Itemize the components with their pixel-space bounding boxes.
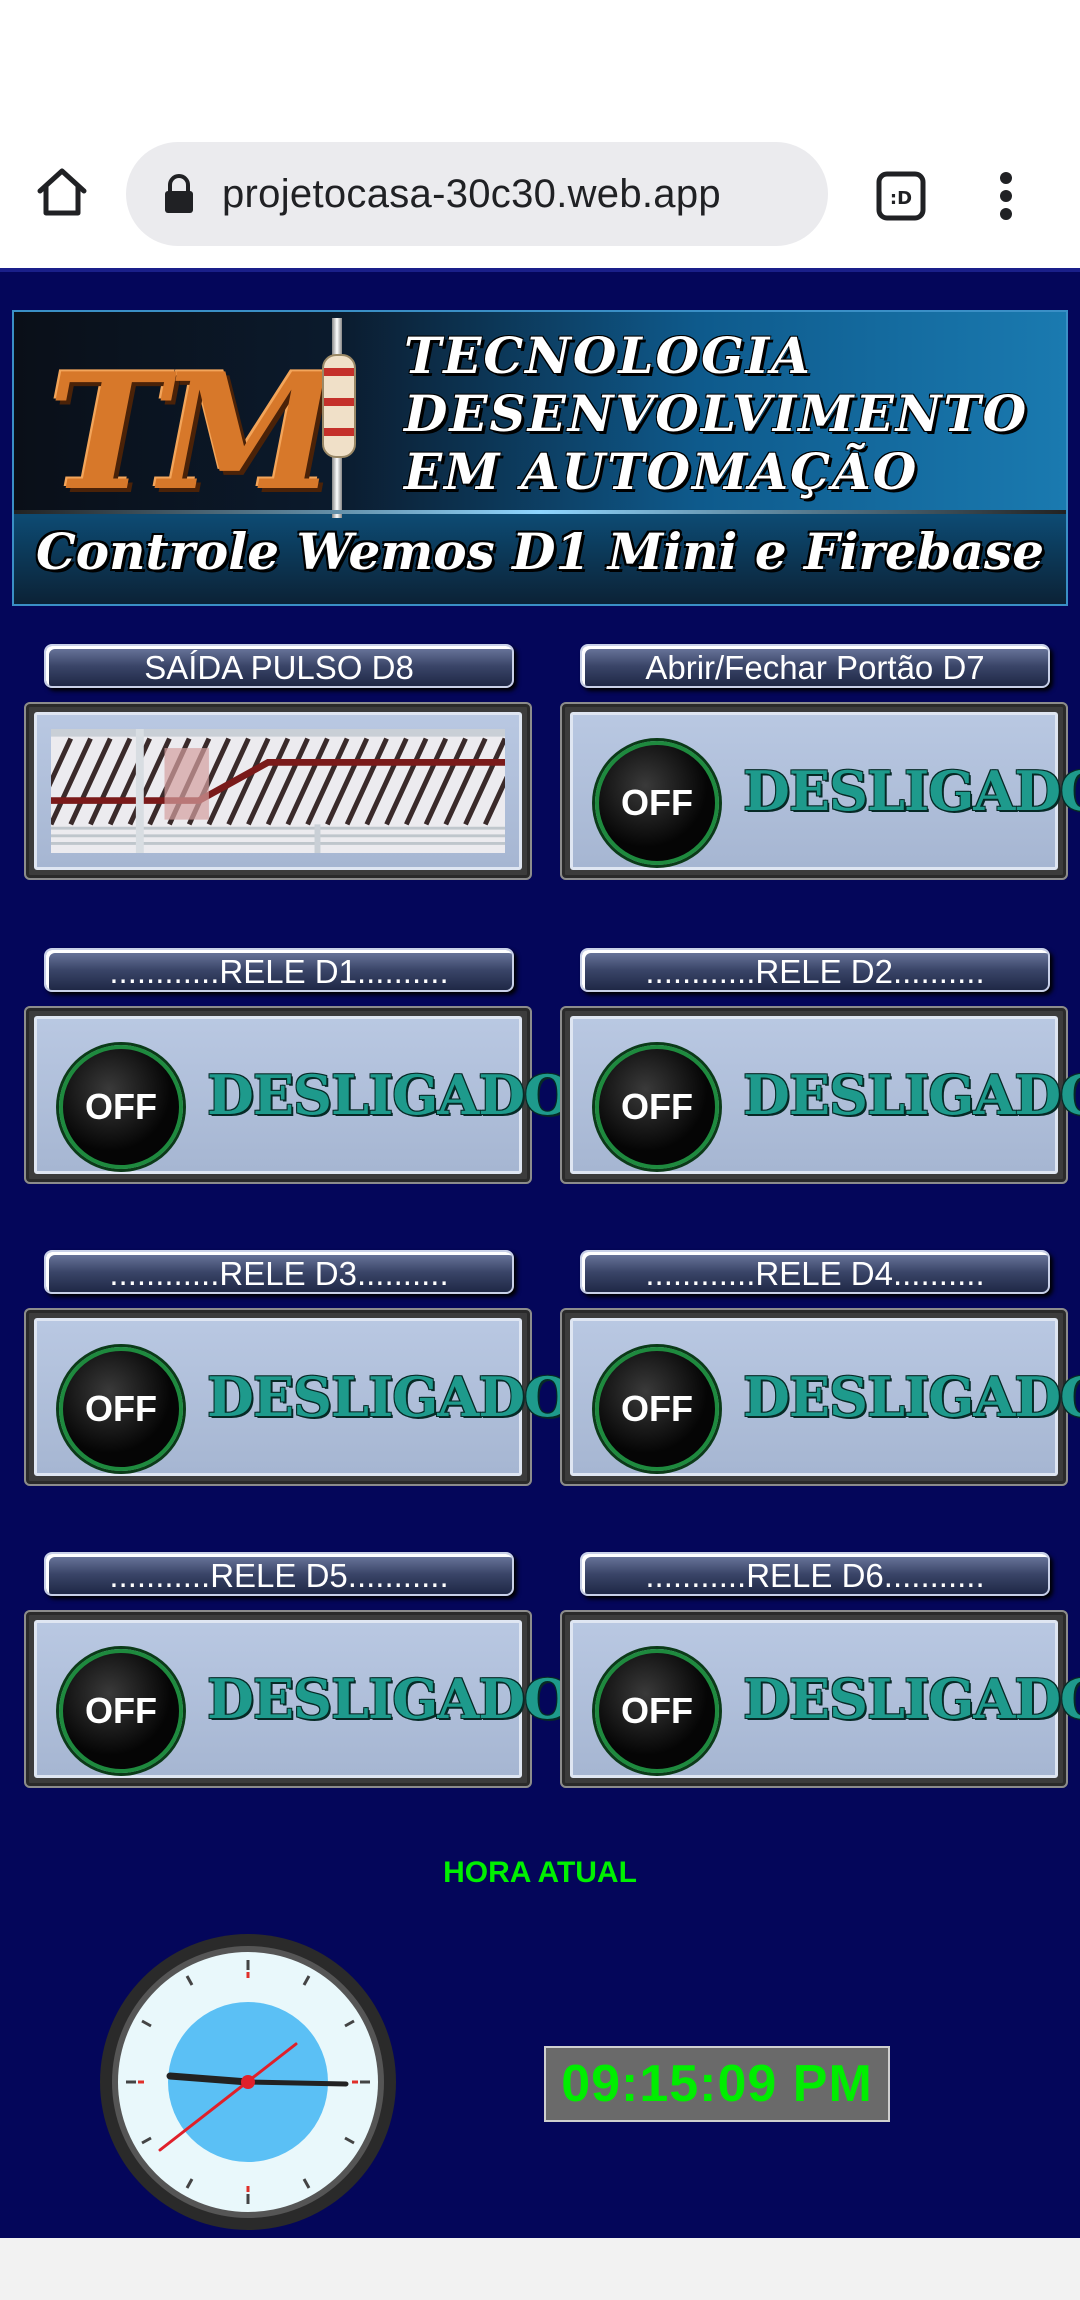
url-text: projetocasa-30c30.web.app [222,171,721,216]
toggle-d5[interactable]: OFF DESLIGADO [24,1610,571,1788]
banner-logo: TM [48,338,336,526]
toggle-d7[interactable]: OFF DESLIGADO [560,702,1080,880]
digital-clock: 09:15:09 PM [544,2046,890,2122]
power-off-button[interactable]: OFF [59,1347,183,1471]
gate-image [51,729,505,853]
header-banner: TM TECNOLOGIA DESENVOLVIMENTO EM AUTOMAÇ… [12,310,1068,606]
toggle-d4[interactable]: OFF DESLIGADO [560,1308,1080,1486]
banner-subtitle: Controle Wemos D1 Mini e Firebase [35,522,1045,581]
toggle-panel: OFF DESLIGADO [570,712,1080,870]
clock-icon [100,1934,396,2230]
state-text: DESLIGADO [207,1063,571,1127]
toggle-panel: OFF DESLIGADO [570,1318,1080,1476]
toggle-d2[interactable]: OFF DESLIGADO [560,1006,1080,1184]
gate-icon [51,729,505,853]
resistor-icon [322,354,356,458]
state-text: DESLIGADO [743,1063,1080,1127]
banner-line-3: EM AUTOMAÇÃO [404,442,919,501]
banner-divider [14,510,1066,514]
lock-icon [165,174,193,213]
control-label-d4: ............RELE D4.......... [580,1250,1050,1294]
control-label-d8: SAÍDA PULSO D8 [44,644,514,688]
state-text: DESLIGADO [743,1667,1080,1731]
analog-clock [98,1932,398,2232]
power-off-button[interactable]: OFF [595,1649,719,1773]
power-off-button[interactable]: OFF [595,1045,719,1169]
address-bar[interactable]: projetocasa-30c30.web.app [126,142,828,246]
state-text: DESLIGADO [207,1667,571,1731]
tabs-icon: :D [876,171,926,221]
power-off-button[interactable]: OFF [59,1045,183,1169]
control-label-d2: ............RELE D2.......... [580,948,1050,992]
control-label-d1: ............RELE D1.......... [44,948,514,992]
current-time-title: HORA ATUAL [443,1856,637,1889]
bottom-strip [0,2238,1080,2300]
power-off-button[interactable]: OFF [595,741,719,865]
tab-switcher-button[interactable]: :D [873,168,929,224]
tabs-badge: :D [890,188,912,209]
power-off-button[interactable]: OFF [595,1347,719,1471]
toggle-panel: OFF DESLIGADO [34,1318,571,1476]
state-text: DESLIGADO [743,759,1080,823]
state-text: DESLIGADO [207,1365,571,1429]
power-off-button[interactable]: OFF [59,1649,183,1773]
more-vert-icon [1000,172,1012,220]
toggle-panel: OFF DESLIGADO [34,1620,571,1778]
toggle-panel: OFF DESLIGADO [570,1620,1080,1778]
state-text: DESLIGADO [743,1365,1080,1429]
overflow-menu-button[interactable] [990,168,1022,224]
home-button[interactable] [30,160,94,224]
browser-toolbar: projetocasa-30c30.web.app :D [0,0,1080,268]
toggle-panel: OFF DESLIGADO [34,1016,571,1174]
control-label-d7: Abrir/Fechar Portão D7 [580,644,1050,688]
toggle-d6[interactable]: OFF DESLIGADO [560,1610,1080,1788]
gate-panel [34,712,522,870]
toggle-d1[interactable]: OFF DESLIGADO [24,1006,571,1184]
home-icon [37,168,87,216]
page-content: TM TECNOLOGIA DESENVOLVIMENTO EM AUTOMAÇ… [0,268,1080,2240]
banner-line-1: TECNOLOGIA [404,326,812,385]
banner-line-2: DESENVOLVIMENTO [404,384,1029,443]
control-label-d5: ...........RELE D5........... [44,1552,514,1596]
gate-pulse-button-d8[interactable] [24,702,532,880]
control-label-d6: ...........RELE D6........... [580,1552,1050,1596]
toggle-panel: OFF DESLIGADO [570,1016,1080,1174]
toggle-d3[interactable]: OFF DESLIGADO [24,1308,571,1486]
control-label-d3: ............RELE D3.......... [44,1250,514,1294]
